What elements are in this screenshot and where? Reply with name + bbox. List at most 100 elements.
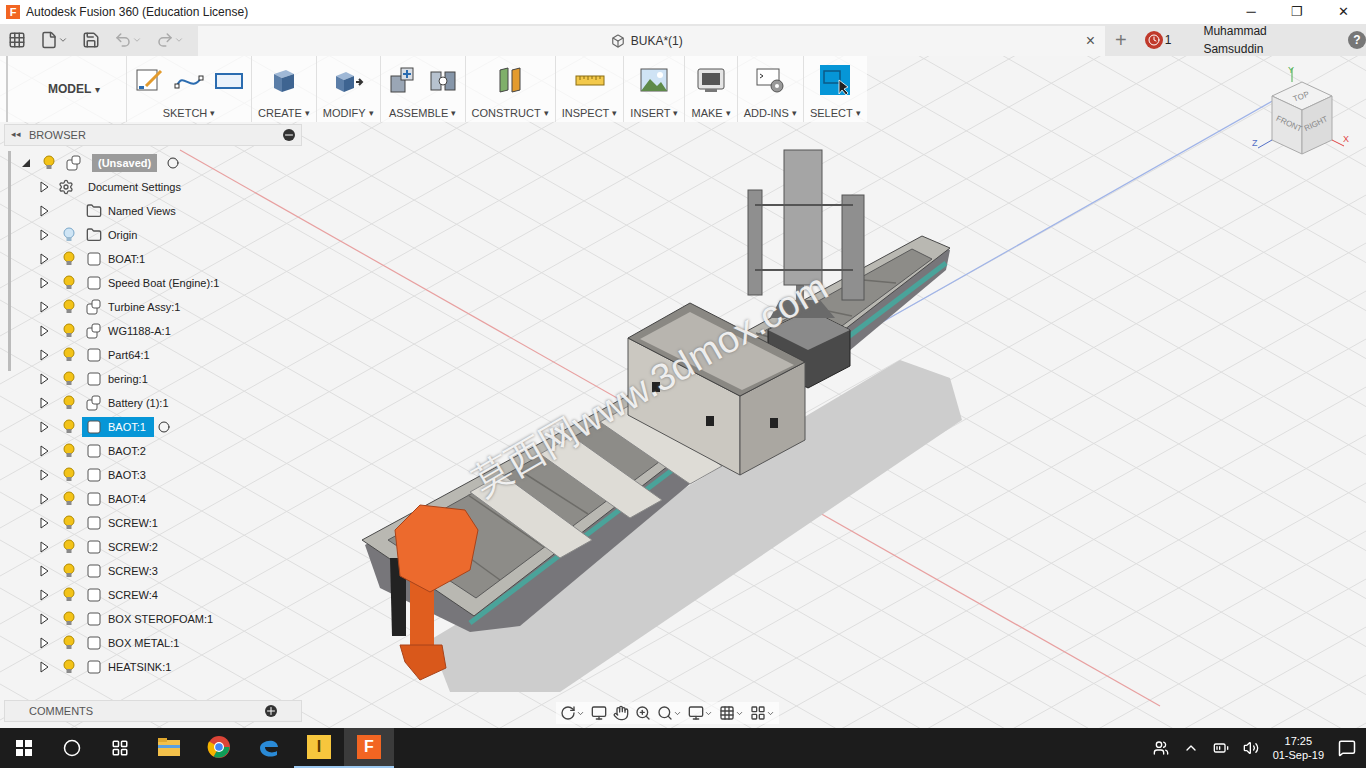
- expand-arrow-icon[interactable]: [38, 541, 50, 553]
- browser-item[interactable]: Battery (1):1: [4, 391, 302, 415]
- expand-arrow-icon[interactable]: [38, 517, 50, 529]
- visibility-bulb-icon[interactable]: [62, 563, 76, 579]
- view-cube[interactable]: TOPFRONTRIGHTYZX: [1252, 64, 1352, 164]
- tray-overflow-icon[interactable]: [1183, 740, 1199, 756]
- nav-tool[interactable]: [719, 705, 744, 721]
- toolbar-group[interactable]: ASSEMBLE▾: [380, 56, 465, 122]
- visibility-bulb-icon[interactable]: [62, 587, 76, 603]
- close-tab-button[interactable]: ×: [1086, 29, 1095, 53]
- clock[interactable]: 17:2501-Sep-19: [1273, 734, 1324, 762]
- toolbar-group[interactable]: SELECT▾: [803, 56, 867, 122]
- expand-arrow-icon[interactable]: [38, 277, 50, 289]
- window-control-button[interactable]: ✕: [1320, 0, 1366, 24]
- start-button[interactable]: [0, 728, 48, 768]
- look-at-icon[interactable]: [591, 705, 607, 721]
- notification-icon[interactable]: [1338, 739, 1356, 757]
- visibility-bulb-icon[interactable]: [62, 371, 76, 387]
- nav-tool[interactable]: [613, 705, 629, 721]
- new-component-icon[interactable]: [387, 64, 419, 96]
- visibility-bulb-icon[interactable]: [62, 659, 76, 675]
- visibility-bulb-icon[interactable]: [62, 251, 76, 267]
- browser-header[interactable]: ◂◂BROWSER: [4, 124, 302, 146]
- browser-root[interactable]: (Unsaved): [4, 151, 302, 175]
- add-comment-icon[interactable]: [265, 705, 277, 717]
- line-icon[interactable]: [173, 64, 205, 96]
- window-control-button[interactable]: ─: [1228, 0, 1274, 24]
- activate-icon[interactable]: [167, 157, 179, 169]
- workspace-switcher[interactable]: MODEL▾: [6, 56, 126, 122]
- taskbar-app[interactable]: I: [294, 728, 344, 768]
- toolbar-group[interactable]: INSERT▾: [623, 56, 684, 122]
- image-icon[interactable]: [638, 64, 670, 96]
- browser-item[interactable]: BAOT:2: [4, 439, 302, 463]
- visibility-bulb-icon[interactable]: [62, 443, 76, 459]
- expand-arrow-icon[interactable]: [38, 253, 50, 265]
- visibility-bulb-icon[interactable]: [62, 539, 76, 555]
- browser-item[interactable]: SCREW:4: [4, 583, 302, 607]
- caret-icon[interactable]: [576, 709, 585, 718]
- caret-icon[interactable]: [704, 709, 713, 718]
- select-icon[interactable]: [819, 64, 851, 96]
- toolbar-group[interactable]: ADD-INS▾: [737, 56, 803, 122]
- visibility-bulb-icon[interactable]: [62, 467, 76, 483]
- expand-arrow-icon[interactable]: [38, 205, 50, 217]
- browser-item[interactable]: Named Views: [4, 199, 302, 223]
- sketch-icon[interactable]: [133, 64, 165, 96]
- taskbar-app[interactable]: [244, 728, 294, 768]
- document-tab[interactable]: BUKA*(1)×: [198, 26, 1105, 56]
- toolbar-group[interactable]: CREATE▾: [251, 56, 316, 122]
- browser-item[interactable]: Document Settings: [4, 175, 302, 199]
- taskbar-app[interactable]: F: [344, 728, 394, 768]
- caret-icon[interactable]: [132, 35, 142, 45]
- rectangle-icon[interactable]: [213, 64, 245, 96]
- browser-item[interactable]: BAOT:3: [4, 463, 302, 487]
- volume-icon[interactable]: [1243, 740, 1259, 756]
- visibility-bulb-icon[interactable]: [62, 515, 76, 531]
- minimize-browser-icon[interactable]: [283, 129, 295, 141]
- task-view-button[interactable]: [96, 739, 144, 757]
- search-button[interactable]: [48, 739, 96, 757]
- expand-arrow-icon[interactable]: [38, 613, 50, 625]
- expand-arrow-icon[interactable]: [38, 229, 50, 241]
- job-status[interactable]: 1: [1145, 31, 1172, 49]
- browser-item[interactable]: BOX STEROFOAM:1: [4, 607, 302, 631]
- press-pull-icon[interactable]: [332, 64, 364, 96]
- help-button[interactable]: ?: [1348, 31, 1366, 49]
- toolbar-group[interactable]: CONSTRUCT▾: [465, 56, 555, 122]
- expand-arrow-icon[interactable]: [38, 181, 50, 193]
- comments-panel[interactable]: COMMENTS: [4, 700, 302, 722]
- activate-icon[interactable]: [158, 421, 170, 433]
- redo-icon[interactable]: [156, 31, 174, 49]
- expand-arrow-icon[interactable]: [38, 397, 50, 409]
- window-control-button[interactable]: ❐: [1274, 0, 1320, 24]
- visibility-bulb-icon[interactable]: [62, 395, 76, 411]
- expand-arrow-icon[interactable]: [38, 661, 50, 673]
- expand-arrow-icon[interactable]: [38, 373, 50, 385]
- visibility-bulb-icon[interactable]: [62, 227, 76, 243]
- browser-item[interactable]: BAOT:4: [4, 487, 302, 511]
- viewports-icon[interactable]: [750, 705, 766, 721]
- caret-icon[interactable]: [174, 35, 184, 45]
- expand-arrow-icon[interactable]: [38, 493, 50, 505]
- collapse-panel-icon[interactable]: ◂◂: [11, 128, 21, 142]
- expand-arrow-icon[interactable]: [38, 589, 50, 601]
- pan-icon[interactable]: [613, 705, 629, 721]
- visibility-bulb-icon[interactable]: [42, 155, 56, 171]
- orbit-icon[interactable]: [560, 705, 576, 721]
- taskbar-app[interactable]: [144, 728, 194, 768]
- nav-tool[interactable]: [688, 705, 713, 721]
- zoom-icon[interactable]: [635, 705, 651, 721]
- expand-arrow-icon[interactable]: [38, 421, 50, 433]
- nav-tool[interactable]: [750, 705, 775, 721]
- browser-item[interactable]: Origin: [4, 223, 302, 247]
- browser-item[interactable]: BAOT:1: [4, 415, 302, 439]
- display-settings-icon[interactable]: [688, 705, 704, 721]
- nav-tool[interactable]: [560, 705, 585, 721]
- expand-arrow-icon[interactable]: [20, 157, 32, 169]
- grid-settings-icon[interactable]: [719, 705, 735, 721]
- browser-item[interactable]: Turbine Assy:1: [4, 295, 302, 319]
- expand-arrow-icon[interactable]: [38, 565, 50, 577]
- visibility-bulb-icon[interactable]: [62, 419, 76, 435]
- expand-arrow-icon[interactable]: [38, 325, 50, 337]
- measure-icon[interactable]: [574, 64, 606, 96]
